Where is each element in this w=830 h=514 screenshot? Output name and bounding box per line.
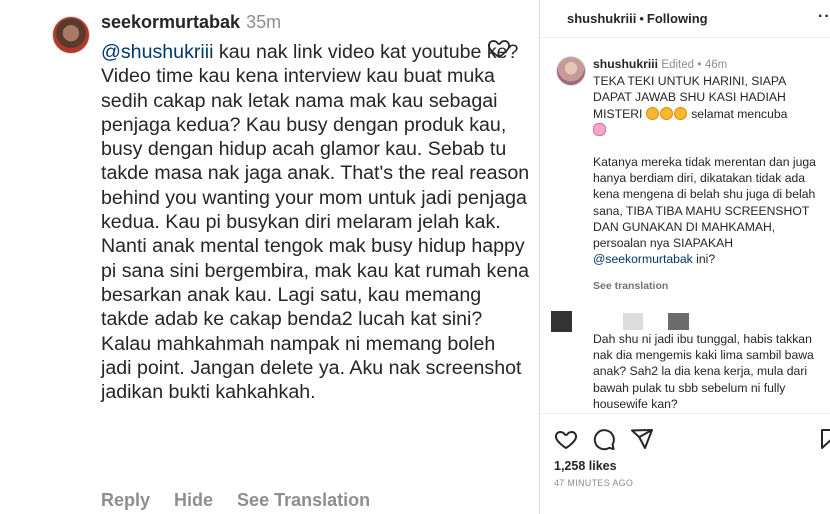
caption-para2: Katanya mereka tidak merentan dan juga h… xyxy=(593,155,816,251)
caption-username[interactable]: shushukriii xyxy=(593,57,658,71)
comment-time: 35m xyxy=(246,12,282,32)
comment-actions: Reply Hide See Translation xyxy=(101,490,394,511)
comment-header: seekormurtabak 35m xyxy=(101,12,281,33)
comment-zoom-panel: seekormurtabak 35m @shushukriii kau nak l… xyxy=(0,0,538,514)
divider xyxy=(540,413,830,414)
reply-button[interactable]: Reply xyxy=(101,490,150,510)
redacted-block xyxy=(623,313,643,330)
post-author[interactable]: shushukriii xyxy=(567,11,636,26)
flower-emoji-icon xyxy=(593,122,606,136)
more-options-icon[interactable]: ··· xyxy=(818,8,830,26)
following-button[interactable]: Following xyxy=(647,11,708,26)
caption-paragraph: Katanya mereka tidak merentan dan juga h… xyxy=(593,154,825,267)
emoji-icon xyxy=(659,106,673,120)
caption-para2-tail: ini? xyxy=(692,252,716,267)
redacted-block xyxy=(551,311,572,332)
caption-line1-tail: selamat mencuba xyxy=(687,106,788,121)
comment-body: @shushukriii kau nak link video kat yout… xyxy=(101,40,531,404)
bookmark-icon[interactable] xyxy=(818,427,830,451)
edited-label: Edited xyxy=(661,59,695,71)
redacted-block xyxy=(668,313,689,330)
heart-icon[interactable] xyxy=(554,427,578,451)
header-separator: • xyxy=(639,11,644,26)
emoji-icon xyxy=(645,106,659,120)
heart-outline-icon[interactable] xyxy=(486,36,512,60)
post-time: 47 MINUTES AGO xyxy=(554,478,634,488)
see-translation-button[interactable]: See Translation xyxy=(237,490,370,510)
post-header: shushukriii•Following ··· xyxy=(540,0,830,38)
caption-time: 46m xyxy=(704,59,728,71)
caption-mention[interactable]: @seekormurtabak xyxy=(593,252,693,266)
comment-text: kau nak link video kat youtube ke? Video… xyxy=(101,41,530,404)
avatar[interactable] xyxy=(52,16,90,54)
comment-preview: Dah shu ni jadi ibu tunggal, habis takka… xyxy=(593,332,814,411)
share-icon[interactable] xyxy=(630,427,654,451)
emoji-icon xyxy=(673,106,687,120)
avatar[interactable] xyxy=(556,56,586,86)
caption-separator: • xyxy=(697,59,702,71)
comment-icon[interactable] xyxy=(592,427,616,451)
post-sidebar: shushukriii•Following ··· shushukriii Ed… xyxy=(539,0,830,514)
comment-username[interactable]: seekormurtabak xyxy=(101,12,240,32)
comment-mention[interactable]: @shushukriii xyxy=(101,41,213,63)
post-caption: shushukriii Edited • 46m TEKA TEKI UNTUK… xyxy=(593,56,825,267)
likes-count[interactable]: 1,258 likes xyxy=(554,459,617,473)
see-translation-link[interactable]: See translation xyxy=(593,280,668,292)
hide-button[interactable]: Hide xyxy=(174,490,213,510)
